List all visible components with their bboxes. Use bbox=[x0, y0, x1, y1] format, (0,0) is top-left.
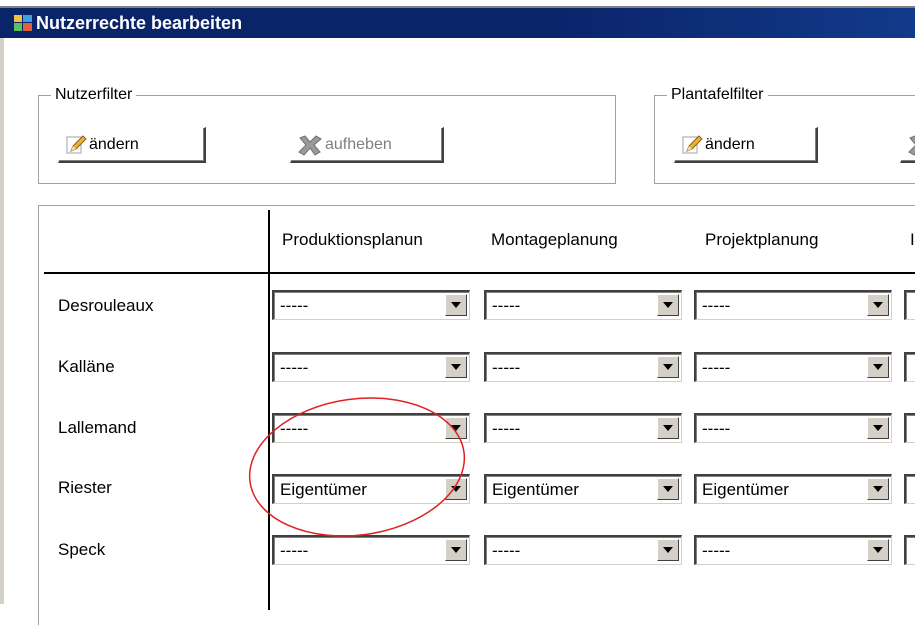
row-label-desrouleaux: Desrouleaux bbox=[58, 296, 154, 315]
combo-kallaene-montage[interactable]: ----- bbox=[484, 352, 682, 382]
dropdown-arrow-icon[interactable] bbox=[657, 294, 679, 316]
column-header-montageplanung: Montageplanung bbox=[491, 230, 618, 249]
dropdown-arrow-icon[interactable] bbox=[657, 417, 679, 439]
dropdown-arrow-icon[interactable] bbox=[867, 417, 889, 439]
title-bar: Nutzerrechte bearbeiten bbox=[0, 8, 915, 38]
nutzerfilter-legend: Nutzerfilter bbox=[55, 86, 133, 103]
nutzerfilter-change-label: ändern bbox=[89, 136, 139, 153]
delete-x-icon bbox=[298, 134, 322, 156]
dropdown-arrow-icon[interactable] bbox=[867, 539, 889, 561]
combo-kallaene-projekt[interactable]: ----- bbox=[694, 352, 892, 382]
combo-kallaene-partial[interactable] bbox=[904, 352, 915, 382]
combo-riester-montage[interactable]: Eigentümer bbox=[484, 474, 682, 504]
dropdown-arrow-icon[interactable] bbox=[657, 478, 679, 500]
row-label-kallaene: Kalläne bbox=[58, 357, 115, 376]
combo-lallemand-produktion[interactable]: ----- bbox=[272, 413, 470, 443]
grid-divider-vertical bbox=[268, 210, 270, 610]
combo-speck-montage[interactable]: ----- bbox=[484, 535, 682, 565]
dropdown-arrow-icon[interactable] bbox=[867, 294, 889, 316]
combo-desrouleaux-projekt[interactable]: ----- bbox=[694, 290, 892, 320]
dropdown-arrow-icon[interactable] bbox=[445, 539, 467, 561]
combo-speck-projekt[interactable]: ----- bbox=[694, 535, 892, 565]
combo-desrouleaux-montage[interactable]: ----- bbox=[484, 290, 682, 320]
combo-lallemand-partial[interactable] bbox=[904, 413, 915, 443]
dropdown-arrow-icon[interactable] bbox=[657, 356, 679, 378]
dropdown-arrow-icon[interactable] bbox=[867, 478, 889, 500]
dropdown-arrow-icon[interactable] bbox=[657, 539, 679, 561]
combo-lallemand-montage[interactable]: ----- bbox=[484, 413, 682, 443]
nutzerfilter-remove-button[interactable]: aufheben bbox=[290, 127, 444, 163]
combo-riester-produktion[interactable]: Eigentümer bbox=[272, 474, 470, 504]
column-header-produktionsplanung: Produktionsplanun bbox=[282, 230, 423, 249]
combo-desrouleaux-produktion[interactable]: ----- bbox=[272, 290, 470, 320]
plantafelfilter-remove-button[interactable] bbox=[900, 127, 915, 163]
combo-speck-produktion[interactable]: ----- bbox=[272, 535, 470, 565]
combo-kallaene-produktion[interactable]: ----- bbox=[272, 352, 470, 382]
column-header-projektplanung: Projektplanung bbox=[705, 230, 819, 249]
combo-speck-partial[interactable] bbox=[904, 535, 915, 565]
pencil-icon bbox=[682, 134, 703, 153]
delete-x-icon bbox=[908, 134, 915, 156]
combo-desrouleaux-partial[interactable] bbox=[904, 290, 915, 320]
combo-riester-partial[interactable] bbox=[904, 474, 915, 504]
dropdown-arrow-icon[interactable] bbox=[867, 356, 889, 378]
pencil-icon bbox=[66, 134, 87, 153]
row-label-speck: Speck bbox=[58, 540, 106, 559]
nutzerfilter-remove-label: aufheben bbox=[325, 136, 392, 153]
window-title: Nutzerrechte bearbeiten bbox=[36, 13, 243, 33]
plantafelfilter-change-label: ändern bbox=[705, 136, 755, 153]
grid-divider-horizontal bbox=[44, 272, 915, 274]
column-header-partial: I bbox=[910, 230, 915, 249]
combo-lallemand-projekt[interactable]: ----- bbox=[694, 413, 892, 443]
dropdown-arrow-icon[interactable] bbox=[445, 417, 467, 439]
row-label-riester: Riester bbox=[58, 478, 112, 497]
dropdown-arrow-icon[interactable] bbox=[445, 356, 467, 378]
window-top-border bbox=[0, 0, 915, 8]
plantafelfilter-change-button[interactable]: ändern bbox=[674, 127, 818, 163]
app-grid-icon bbox=[14, 15, 32, 31]
dropdown-arrow-icon[interactable] bbox=[445, 478, 467, 500]
nutzerfilter-change-button[interactable]: ändern bbox=[58, 127, 206, 163]
plantafelfilter-legend: Plantafelfilter bbox=[671, 86, 764, 103]
row-label-lallemand: Lallemand bbox=[58, 418, 137, 437]
combo-riester-projekt[interactable]: Eigentümer bbox=[694, 474, 892, 504]
dropdown-arrow-icon[interactable] bbox=[445, 294, 467, 316]
